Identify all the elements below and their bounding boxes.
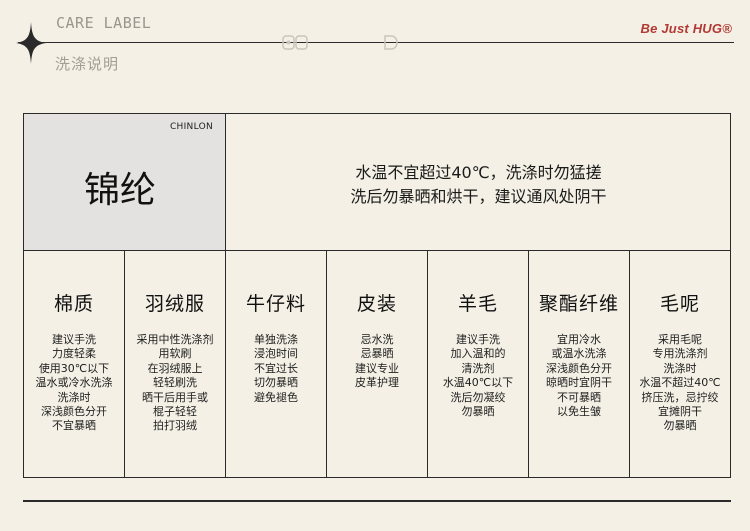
instruction-line: 水温40℃以下 [442,376,514,390]
instruction-line: 建议手洗 [456,333,500,346]
fabric-column-polyester: 聚酯纤维 宜用冷水 或温水洗涤 深浅颜色分开 晾晒时宜阴干 不可暴晒 以免生皱 [529,251,630,477]
instruction-line: 不宜过长 [254,361,298,375]
fabric-instructions: 建议手洗 加入温和的 清洗剂 水温40℃以下 洗后勿凝绞 勿暴晒 [428,333,528,419]
instruction-line: 轻轻刷洗 [153,376,197,390]
fabric-instructions: 忌水洗 忌暴晒 建议专业 皮革护理 [327,333,427,391]
instruction-line: 深浅颜色分开 [41,405,107,419]
instruction-line: 不宜暴晒 [52,419,96,433]
instruction-line: 深浅颜色分开 [546,361,612,375]
instruction-line: 洗后勿凝绞 [450,390,506,404]
care-table: CHINLON 锦纶 水温不宜超过40℃，洗涤时勿猛搓 洗后勿暴晒和烘干，建议通… [23,113,731,478]
material-cell: CHINLON 锦纶 [24,114,226,250]
care-label-title: CARE LABEL [56,14,152,32]
instruction-line: 浸泡时间 [254,347,298,361]
fabric-instructions: 采用中性洗涤剂 用软刷 在羽绒服上 轻轻刷洗 晒干后用手或 棍子轻轻 拍打羽绒 [125,333,225,434]
fabric-column-wool: 羊毛 建议手洗 加入温和的 清洗剂 水温40℃以下 洗后勿凝绞 勿暴晒 [428,251,529,477]
fabric-name: 牛仔料 [245,293,306,315]
instruction-line: 勿暴晒 [663,419,697,433]
fabric-name: 羊毛 [457,293,498,315]
material-name-en: CHINLON [169,122,213,132]
instruction-line: 在羽绒服上 [147,361,203,375]
instruction-line: 单独洗涤 [254,333,298,346]
instruction-line: 以免生皱 [557,405,601,419]
instruction-line: 使用30℃以下 [38,361,110,375]
instruction-line: 温水或冷水洗涤 [35,376,113,390]
decorative-mark-icon [282,35,308,50]
instruction-line: 洗涤时 [57,390,91,404]
fabric-instructions: 宜用冷水 或温水洗涤 深浅颜色分开 晾晒时宜阴干 不可暴晒 以免生皱 [529,333,629,419]
instruction-line: 力度轻柔 [52,347,96,361]
instruction-line: 清洗剂 [461,361,495,375]
fabric-name: 棉质 [53,293,94,315]
brand-logo: Be Just HUG® [640,21,732,36]
fabric-grid: 棉质 建议手洗 力度轻柔 使用30℃以下 温水或冷水洗涤 洗涤时 深浅颜色分开 … [24,251,730,477]
decorative-mark-icon [384,35,398,50]
instruction-line: 挤压洗，忌拧绞 [641,390,719,404]
instruction-line: 宜摊阴干 [658,405,702,419]
instruction-line: 忌水洗 [360,333,394,346]
instruction-line: 棍子轻轻 [153,405,197,419]
instruction-line: 用软刷 [158,347,192,361]
fabric-column-leather: 皮装 忌水洗 忌暴晒 建议专业 皮革护理 [327,251,428,477]
fabric-column-down: 羽绒服 采用中性洗涤剂 用软刷 在羽绒服上 轻轻刷洗 晒干后用手或 棍子轻轻 拍… [125,251,226,477]
instruction-line: 宜用冷水 [557,333,601,346]
instruction-line: 切勿暴晒 [254,376,298,390]
fabric-column-denim: 牛仔料 单独洗涤 浸泡时间 不宜过长 切勿暴晒 避免褪色 [226,251,327,477]
care-label-subtitle: 洗涤说明 [55,55,120,73]
instruction-line: 晒干后用手或 [142,390,208,404]
instruction-line: 加入温和的 [450,347,506,361]
fabric-name: 聚酯纤维 [538,293,619,315]
instruction-line: 专用洗涤剂 [652,347,708,361]
instruction-line: 建议专业 [355,361,399,375]
footer-divider [23,500,731,502]
instruction-line: 避免褪色 [254,390,298,404]
instruction-line: 勿暴晒 [461,405,495,419]
instruction-line: 拍打羽绒 [153,419,197,433]
header-divider [18,42,734,43]
fabric-instructions: 单独洗涤 浸泡时间 不宜过长 切勿暴晒 避免褪色 [226,333,326,405]
instruction-line: 忌暴晒 [360,347,394,361]
fabric-name: 毛呢 [659,293,700,315]
instruction-line: 水温不超过40℃ [639,376,721,390]
fabric-instructions: 建议手洗 力度轻柔 使用30℃以下 温水或冷水洗涤 洗涤时 深浅颜色分开 不宜暴… [24,333,124,434]
instruction-line: 洗后勿暴晒和烘干，建议通风处阴干 [350,187,607,206]
instruction-line: 晾晒时宜阴干 [546,376,612,390]
material-name-zh: 锦纶 [84,170,157,211]
instruction-line: 建议手洗 [52,333,96,346]
instruction-line: 或温水洗涤 [551,347,607,361]
instruction-line: 皮革护理 [355,376,399,390]
sparkle-icon [16,22,46,64]
fabric-column-woolen-cloth: 毛呢 采用毛呢 专用洗涤剂 洗涤时 水温不超过40℃ 挤压洗，忌拧绞 宜摊阴干 … [630,251,730,477]
instruction-line: 采用中性洗涤剂 [136,333,214,346]
fabric-column-cotton: 棉质 建议手洗 力度轻柔 使用30℃以下 温水或冷水洗涤 洗涤时 深浅颜色分开 … [24,251,125,477]
fabric-instructions: 采用毛呢 专用洗涤剂 洗涤时 水温不超过40℃ 挤压洗，忌拧绞 宜摊阴干 勿暴晒 [630,333,730,434]
instruction-line: 采用毛呢 [658,333,702,346]
instruction-line: 洗涤时 [663,361,697,375]
fabric-name: 羽绒服 [144,293,205,315]
fabric-name: 皮装 [356,293,397,315]
material-instructions: 水温不宜超过40℃，洗涤时勿猛搓 洗后勿暴晒和烘干，建议通风处阴干 [227,114,730,250]
instruction-line: 水温不宜超过40℃，洗涤时勿猛搓 [355,163,602,182]
material-row: CHINLON 锦纶 水温不宜超过40℃，洗涤时勿猛搓 洗后勿暴晒和烘干，建议通… [24,114,730,251]
instruction-line: 不可暴晒 [557,390,601,404]
